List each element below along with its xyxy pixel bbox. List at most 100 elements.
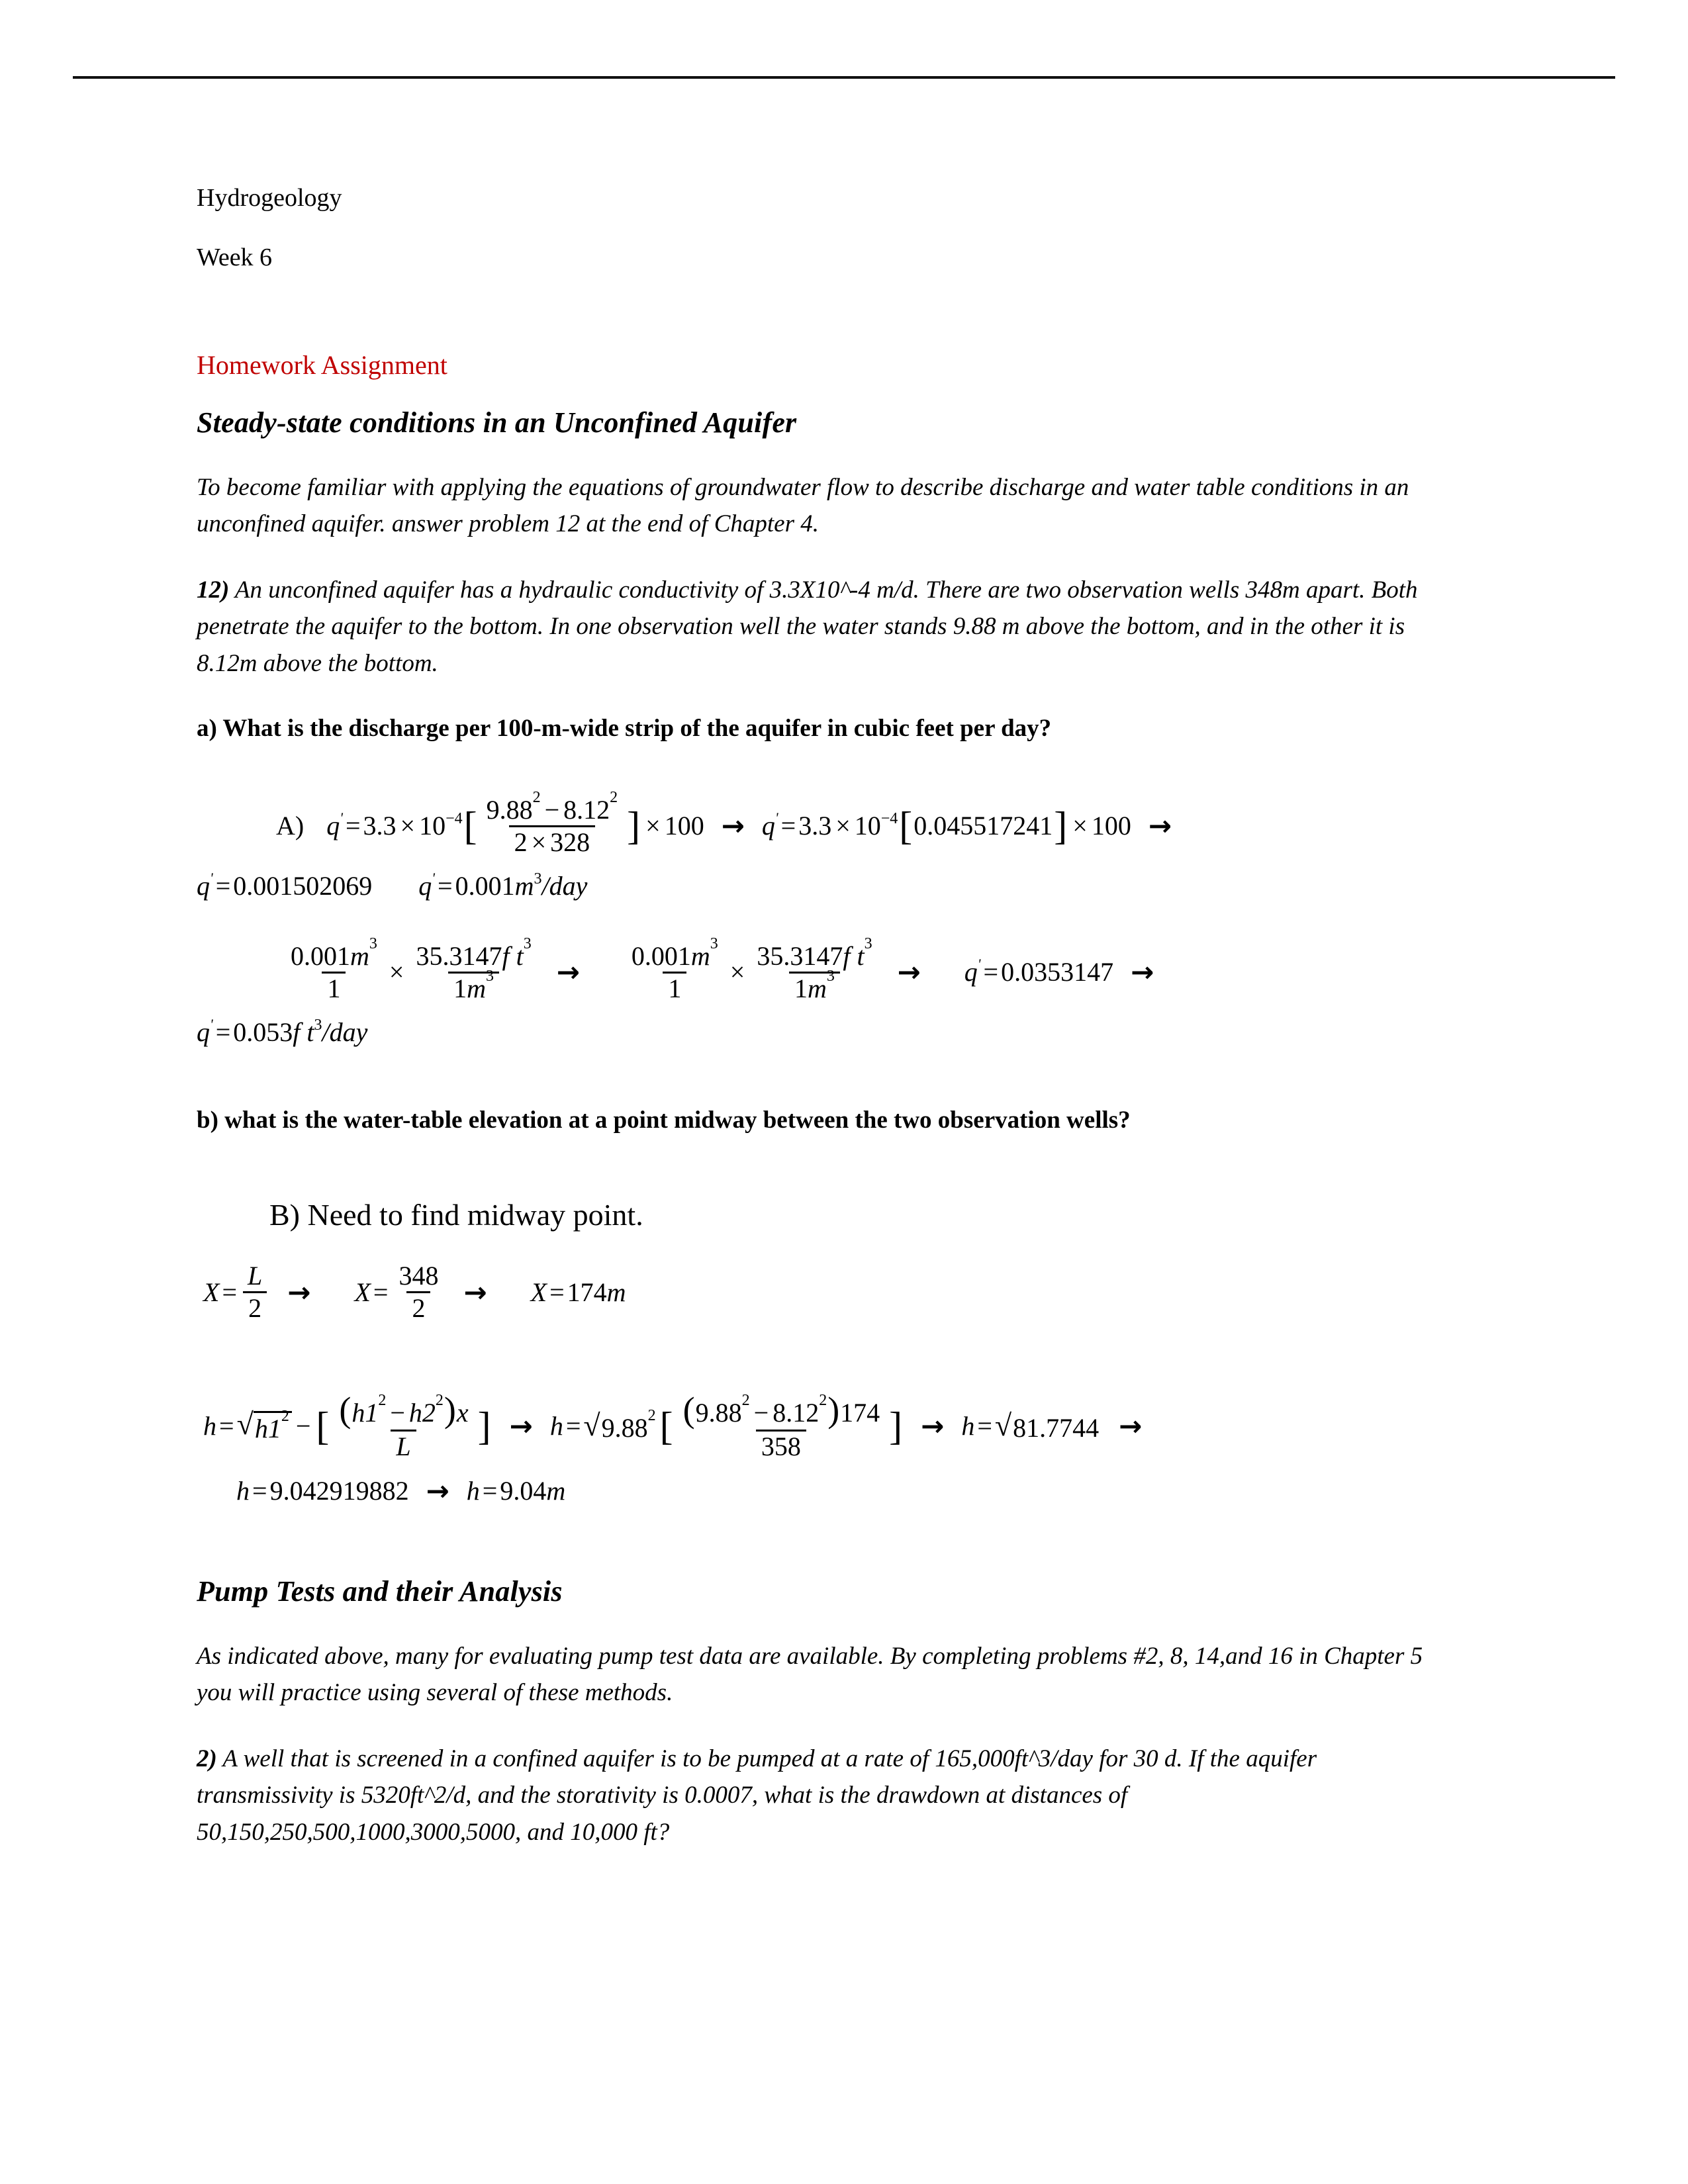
h1-value: 9.88: [695, 1398, 742, 1428]
arrow-icon: →: [1131, 956, 1154, 989]
arrow-icon: →: [1119, 1409, 1143, 1442]
section1-intro-paragraph: To become familiar with applying the equ…: [197, 473, 1409, 538]
two-value: 2: [248, 1293, 262, 1324]
equals-sign: =: [222, 1277, 237, 1307]
square-exponent: 2: [647, 1406, 656, 1424]
var-h: h: [961, 1410, 975, 1441]
arrow-icon: →: [1148, 809, 1172, 842]
bracket-close: ]: [477, 1404, 491, 1448]
question-a: a) What is the discharge per 100-m-wide …: [197, 715, 1052, 743]
minus-sign: −: [544, 794, 560, 825]
header-divider-rule: [73, 76, 1615, 79]
fraction-conversion-factor: 35.3147f t3 1m3: [751, 936, 877, 1003]
fraction-denominator: 2: [243, 1291, 267, 1322]
var-L: L: [248, 1261, 263, 1291]
denominator-358: 358: [761, 1432, 801, 1462]
square-exponent: 2: [378, 1392, 387, 1410]
cube-exponent: 3: [486, 967, 494, 985]
equals-sign: =: [373, 1277, 389, 1307]
one-value: 1: [794, 973, 808, 1003]
equation-b-line3: h = 9.042919882 → h = 9.04 m: [197, 1477, 1454, 1505]
minus-sign: −: [753, 1398, 769, 1428]
radicand-value: 81.7744: [1013, 1412, 1100, 1443]
problem-2-number: 2): [197, 1745, 217, 1772]
unit-meters: m: [808, 973, 827, 1003]
base-ten: 10: [419, 811, 446, 841]
fraction-numerator: (9.882−8.122)174: [677, 1392, 886, 1430]
equation-a-line4: q ' = 0.053 f t 3/day: [197, 1015, 368, 1047]
square-exponent: 2: [281, 1408, 289, 1426]
unit-meters: m: [690, 940, 710, 971]
q-rounded-value: 0.001: [455, 870, 515, 901]
fraction-denominator: 358: [755, 1430, 806, 1462]
equals-sign: =: [215, 870, 231, 901]
times-sign: ×: [400, 811, 416, 841]
unit-meters: m: [467, 973, 487, 1003]
h1-value: 9.88: [601, 1412, 648, 1443]
radical-sign: √: [994, 1408, 1012, 1442]
times-sign: ×: [729, 957, 745, 987]
fraction-348-over-2: 348 2: [393, 1263, 444, 1322]
problem-2-text: A well that is screened in a confined aq…: [197, 1745, 1317, 1846]
unit-meters: m: [350, 940, 369, 971]
var-x: x: [456, 1398, 469, 1428]
h-full-value: 9.042919882: [269, 1476, 409, 1506]
section-title-steady-state: Steady-state conditions in an Unconfined…: [197, 406, 797, 439]
var-h: h: [549, 1410, 563, 1441]
cube-exponent: 3: [523, 934, 532, 952]
fraction-denominator: 1m3: [789, 968, 840, 1003]
course-title: Hydrogeology: [197, 184, 342, 212]
one-value: 1: [668, 973, 682, 1003]
fraction-L-over-2: L 2: [242, 1263, 267, 1322]
h1-symbol: h1: [352, 1398, 379, 1428]
paren-close: ): [827, 1390, 840, 1430]
equals-sign: =: [565, 1410, 581, 1441]
q-rounded-value: 0.001: [631, 940, 691, 971]
q-ft-rounded-value: 0.053: [233, 1017, 293, 1047]
equals-sign: =: [219, 1410, 234, 1441]
minus-sign: −: [390, 1398, 405, 1428]
bracket-open: [: [316, 1404, 330, 1448]
slash: /: [541, 870, 549, 901]
k-coefficient: 3.3: [363, 811, 397, 841]
square-root-expression: √ h12: [236, 1407, 292, 1442]
var-q: q: [326, 811, 340, 841]
assignment-heading: Homework Assignment: [197, 350, 447, 380]
h2-value: 8.12: [563, 794, 610, 825]
equals-sign: =: [345, 811, 361, 841]
square-root-expression: √ 9.882: [583, 1408, 659, 1443]
cube-exponent: 3: [864, 934, 872, 952]
bracket-open: [: [899, 804, 913, 848]
var-q: q: [418, 870, 432, 901]
bracket-open: [: [659, 1404, 673, 1448]
radicand: 9.882: [600, 1408, 659, 1443]
conversion-factor: 35.3147: [416, 940, 502, 971]
equals-sign: =: [977, 1410, 992, 1441]
var-L: L: [396, 1432, 411, 1462]
bracket-close: ]: [1054, 804, 1068, 848]
one-value: 1: [453, 973, 467, 1003]
total-length-value: 348: [399, 1261, 439, 1291]
radical-sign: √: [236, 1407, 254, 1441]
unit-meters: m: [546, 1476, 566, 1506]
section2-intro-paragraph: As indicated above, many for evaluating …: [197, 1642, 1423, 1707]
unit-meters: m: [606, 1277, 626, 1307]
equals-sign: =: [780, 811, 796, 841]
arrow-icon: →: [721, 809, 745, 842]
fraction-numerator: 9.882−8.122: [481, 790, 624, 825]
section-title-pump-tests: Pump Tests and their Analysis: [197, 1575, 563, 1608]
arrow-icon: →: [509, 1409, 533, 1442]
times-sign: ×: [531, 827, 547, 857]
fraction-denominator: 1m3: [448, 968, 500, 1003]
fraction-denominator: 2: [406, 1291, 431, 1322]
problem-2-paragraph: 2) A well that is screened in a confined…: [197, 1741, 1454, 1851]
fraction-head-diff-over-L: (h12− h22)x L: [333, 1392, 473, 1460]
cube-exponent: 3: [710, 934, 718, 952]
h-rounded-value: 9.04: [500, 1476, 547, 1506]
arrow-icon: →: [556, 956, 580, 989]
